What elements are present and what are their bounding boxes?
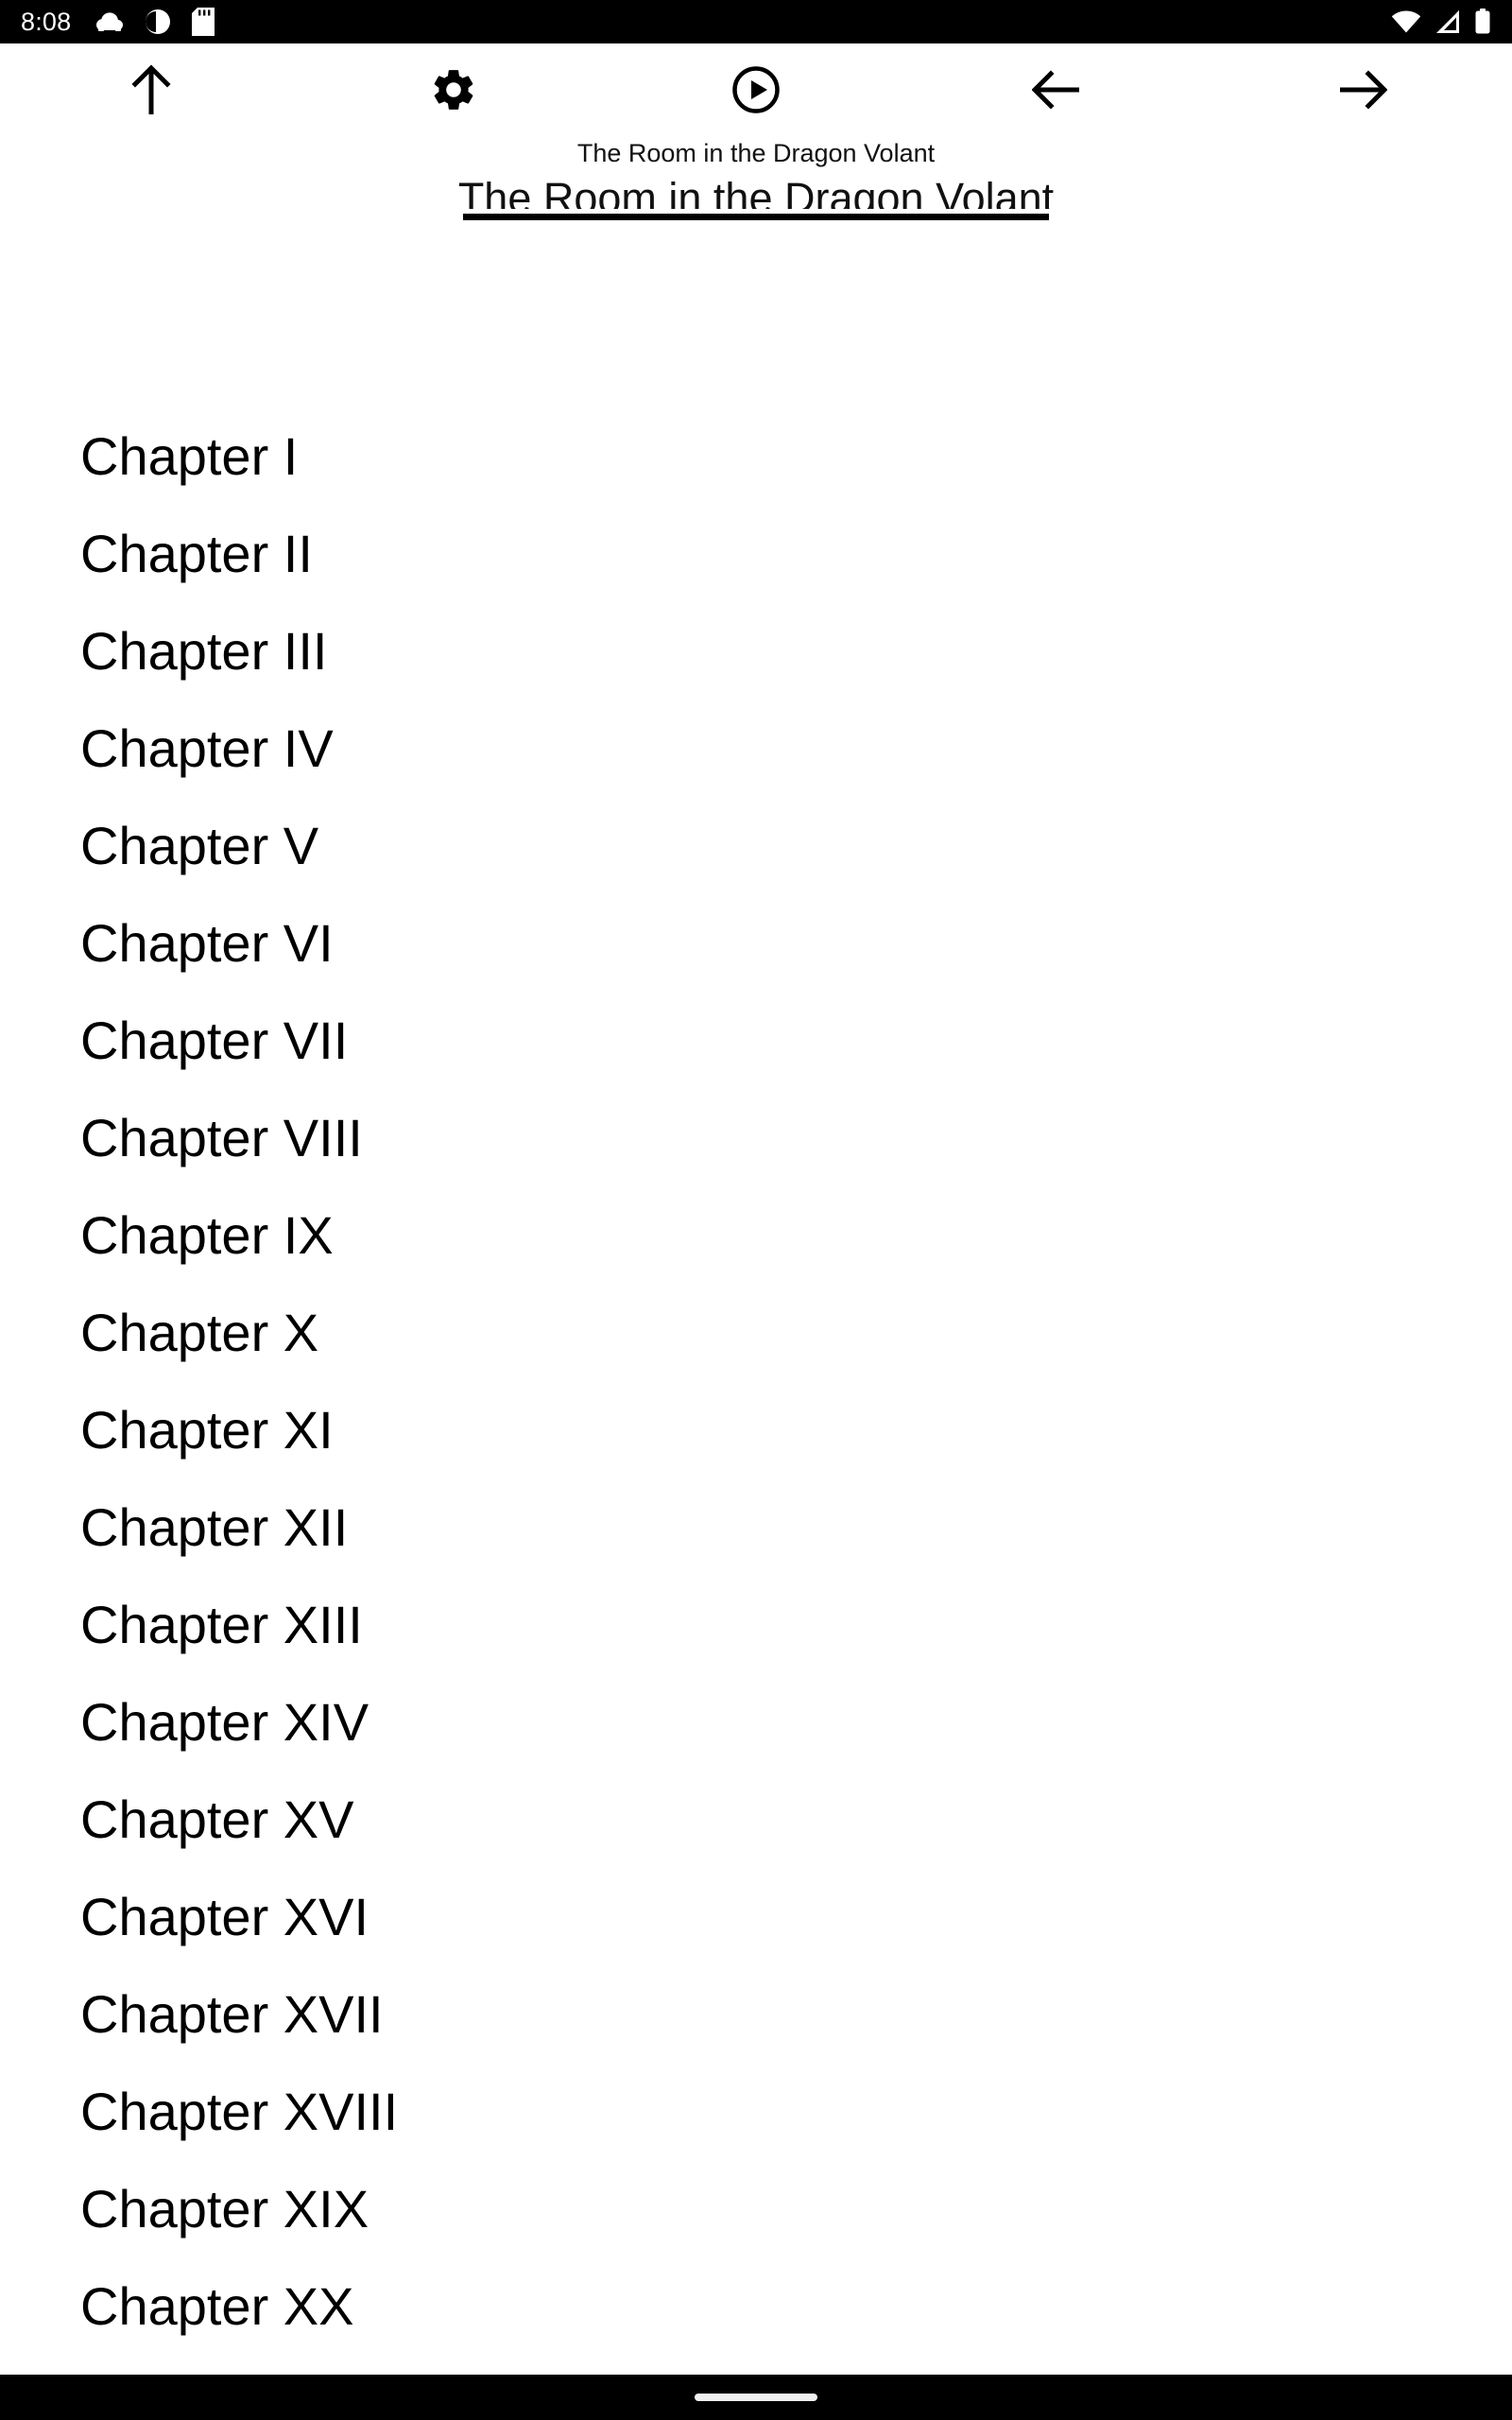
cloud-icon <box>95 10 124 33</box>
gear-icon <box>429 65 478 117</box>
wifi-icon <box>1391 9 1421 34</box>
toc-item[interactable]: Chapter IX <box>0 1186 1512 1284</box>
toc-item[interactable]: Chapter V <box>0 797 1512 894</box>
toc-item[interactable]: Chapter VII <box>0 992 1512 1089</box>
toc-scroll-area[interactable]: Chapter I Chapter II Chapter III Chapter IV… <box>0 227 1512 2361</box>
status-bar: 8:08 <box>0 0 1512 43</box>
cellular-signal-icon <box>1435 9 1461 34</box>
toc-item[interactable]: Chapter XVIII <box>0 2063 1512 2160</box>
toc-item[interactable]: Chapter XXI <box>0 2355 1512 2361</box>
play-button[interactable] <box>704 43 808 138</box>
sd-card-icon <box>192 8 215 36</box>
page-title: The Room in the Dragon Volant <box>457 174 1055 209</box>
toc-item[interactable]: Chapter XVII <box>0 1965 1512 2063</box>
toc-item[interactable]: Chapter XIV <box>0 1673 1512 1771</box>
toc-item[interactable]: Chapter IV <box>0 700 1512 797</box>
book-subtitle: The Room in the Dragon Volant <box>576 139 936 167</box>
toc-item[interactable]: Chapter X <box>0 1284 1512 1381</box>
settings-button[interactable] <box>402 43 506 138</box>
toc-item[interactable]: Chapter XX <box>0 2257 1512 2355</box>
top-toolbar <box>0 43 1512 138</box>
toc-item[interactable]: Chapter XI <box>0 1381 1512 1478</box>
scroll-to-top-button[interactable] <box>99 43 203 138</box>
toc-item[interactable]: Chapter XIII <box>0 1576 1512 1673</box>
app-screen: 8:08 The Room in the Dragon Volant The R… <box>0 0 1512 2420</box>
toc-item[interactable]: Chapter VIII <box>0 1089 1512 1186</box>
gesture-handle[interactable] <box>695 2394 817 2401</box>
previous-button[interactable] <box>1006 43 1110 138</box>
system-navigation-bar <box>0 2375 1512 2420</box>
battery-icon <box>1474 9 1491 35</box>
toc-item[interactable]: Chapter I <box>0 407 1512 505</box>
toc-item[interactable]: Chapter XVI <box>0 1868 1512 1965</box>
toc-item[interactable]: Chapter XII <box>0 1478 1512 1576</box>
title-divider <box>463 214 1049 220</box>
book-header: The Room in the Dragon Volant The Room i… <box>0 138 1512 209</box>
status-clock: 8:08 <box>21 7 72 36</box>
arrow-left-icon <box>1031 68 1085 114</box>
toc-item[interactable]: Chapter VI <box>0 894 1512 992</box>
play-circle-icon <box>731 65 781 117</box>
circle-contrast-icon <box>145 9 171 35</box>
toc-item[interactable]: Chapter II <box>0 505 1512 602</box>
toc-item[interactable]: Chapter III <box>0 602 1512 700</box>
arrow-up-icon <box>129 63 173 119</box>
status-left-icon-group <box>95 8 215 36</box>
toc-list: Chapter I Chapter II Chapter III Chapter IV… <box>0 407 1512 2361</box>
toc-item[interactable]: Chapter XV <box>0 1771 1512 1868</box>
toc-item[interactable]: Chapter XIX <box>0 2160 1512 2257</box>
status-right-icon-group <box>1391 9 1491 35</box>
book-title-clip: The Room in the Dragon Volant <box>0 173 1512 209</box>
arrow-right-icon <box>1334 68 1388 114</box>
next-button[interactable] <box>1309 43 1413 138</box>
